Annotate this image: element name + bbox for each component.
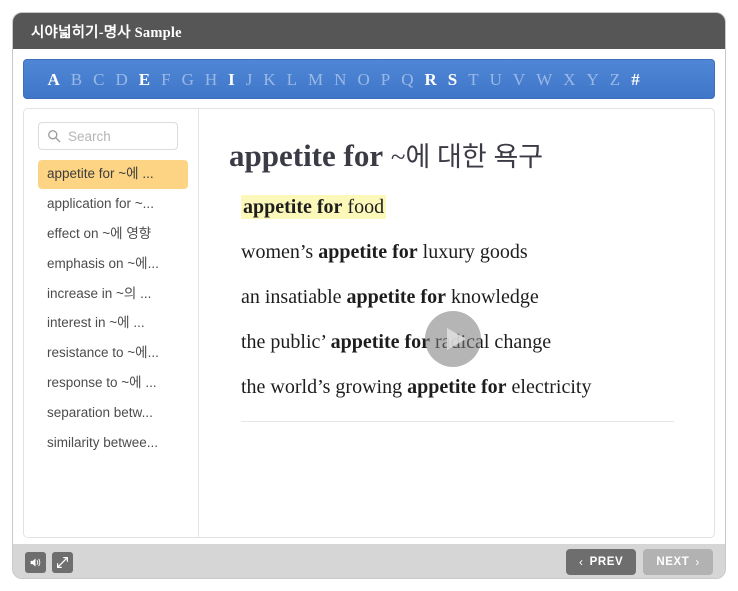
alphabet-index-bar: A B C D E F G H I J K L M N O P Q R S T U V W X Y Z # — [23, 59, 715, 99]
chevron-right-icon: › — [695, 555, 700, 569]
alphabet-letter-z[interactable]: Z — [604, 71, 625, 88]
nav-buttons: ‹ PREV NEXT › — [565, 549, 713, 575]
example-plain: luxury goods — [417, 241, 528, 263]
example-keyword: appetite for — [330, 331, 431, 353]
list-item[interactable]: increase in ~의 ... — [38, 280, 188, 309]
example-plain: electricity — [506, 376, 592, 398]
example-keyword: appetite for — [318, 241, 418, 263]
search-box[interactable] — [38, 122, 178, 150]
alphabet-letter-v[interactable]: V — [507, 71, 530, 88]
example-keyword: appetite for — [346, 286, 446, 308]
search-input[interactable] — [68, 128, 169, 144]
title-bar: 시야넓히기-명사 Sample — [13, 13, 725, 49]
volume-icon — [30, 557, 41, 567]
example-text: the public’ appetite for radical change — [241, 331, 551, 353]
list-item[interactable]: application for ~... — [38, 190, 188, 219]
page-title: 시야넓히기-명사 Sample — [31, 24, 182, 41]
headline-english: appetite for — [229, 138, 384, 173]
alphabet-letter-h[interactable]: H — [199, 71, 222, 88]
sidebar: appetite for ~에 ...application for ~...e… — [24, 109, 199, 537]
fullscreen-button[interactable] — [52, 551, 73, 573]
headline-korean: ~에 대한 욕구 — [390, 142, 544, 172]
expand-icon — [57, 556, 68, 568]
app-frame: 시야넓히기-명사 Sample ABCDEFGHIJKLMNOPQRSTUVWX… — [12, 12, 726, 579]
alphabet-letter-hash[interactable]: # — [626, 71, 646, 88]
main-panel: appetite for ~에 대한 욕구 appetite for food w… — [199, 109, 714, 537]
list-item[interactable]: emphasis on ~에... — [38, 250, 188, 279]
alphabet-letter-g[interactable]: G — [176, 71, 199, 88]
example-text: appetite for food — [241, 195, 387, 219]
alphabet-letter-b[interactable]: B — [65, 71, 87, 88]
headline: appetite for ~에 대한 욕구 — [229, 135, 688, 174]
list-item[interactable]: resistance to ~에... — [38, 339, 188, 368]
search-icon — [48, 130, 61, 143]
alphabet-letter-w[interactable]: W — [531, 71, 558, 88]
content-region: appetite for ~에 ...application for ~...e… — [23, 108, 715, 538]
alphabet-letter-q[interactable]: Q — [396, 71, 419, 88]
alphabet-letter-f[interactable]: F — [156, 71, 176, 88]
next-button[interactable]: NEXT › — [643, 549, 713, 575]
example-plain: food — [342, 196, 385, 218]
example-divider — [241, 421, 674, 422]
alphabet-letter-i[interactable]: I — [223, 71, 241, 88]
example-plain: the world’s growing — [241, 376, 408, 398]
alphabet-letter-t[interactable]: T — [463, 71, 484, 88]
volume-button[interactable] — [25, 551, 46, 573]
example-text: the world’s growing appetite for electri… — [241, 376, 591, 398]
entry-list: appetite for ~에 ... application for ~... e… — [38, 160, 198, 458]
alphabet-letter-j[interactable]: J — [240, 71, 258, 88]
example-text: women’s appetite for luxury goods — [241, 241, 528, 263]
alphabet-letter-o[interactable]: O — [352, 71, 375, 88]
example-plain: an insatiable — [241, 286, 347, 308]
alphabet-letter-e[interactable]: E — [133, 71, 155, 88]
example-keyword: appetite for — [407, 376, 507, 398]
app-body: ABCDEFGHIJKLMNOPQRSTUVWXYZ# appetite for… — [13, 49, 725, 544]
alphabet-letter-r[interactable]: R — [419, 71, 442, 88]
prev-button[interactable]: ‹ PREV — [565, 549, 637, 575]
alphabet-letter-a[interactable]: A — [42, 71, 65, 88]
example-text: an insatiable appetite for knowledge — [241, 286, 539, 308]
example-list: appetite for food women’s appetite for lu… — [229, 195, 688, 399]
alphabet-letter-y[interactable]: Y — [581, 71, 604, 88]
alphabet-letter-k[interactable]: K — [258, 71, 281, 88]
alphabet-letter-p[interactable]: P — [375, 71, 395, 88]
alphabet-letter-c[interactable]: C — [88, 71, 110, 88]
next-button-label: NEXT — [656, 556, 690, 568]
example-plain: knowledge — [445, 286, 539, 308]
play-button[interactable] — [425, 311, 481, 367]
alphabet-letter-d[interactable]: D — [110, 71, 133, 88]
list-item[interactable]: separation betw... — [38, 399, 188, 428]
example-sentence: appetite for food — [241, 195, 688, 219]
chevron-left-icon: ‹ — [578, 555, 584, 569]
alphabet-letter-m[interactable]: M — [303, 71, 329, 88]
example-keyword: appetite for — [243, 196, 343, 218]
alphabet-letter-u[interactable]: U — [484, 71, 507, 88]
bottom-bar: ‹ PREV NEXT › — [13, 544, 725, 578]
alphabet-letter-n[interactable]: N — [329, 71, 352, 88]
list-item[interactable]: appetite for ~에 ... — [38, 160, 188, 189]
example-sentence: an insatiable appetite for knowledge — [241, 286, 688, 309]
example-plain: the public’ — [241, 331, 331, 353]
example-sentence: the world’s growing appetite for electri… — [241, 376, 688, 399]
alphabet-letter-l[interactable]: L — [281, 71, 302, 88]
list-item[interactable]: interest in ~에 ... — [38, 309, 188, 338]
alphabet-letter-s[interactable]: S — [442, 71, 462, 88]
alphabet-letter-x[interactable]: X — [558, 71, 581, 88]
example-plain: women’s — [241, 241, 319, 263]
example-sentence: women’s appetite for luxury goods — [241, 241, 688, 264]
list-item[interactable]: similarity betwee... — [38, 429, 188, 458]
list-item[interactable]: response to ~에 ... — [38, 369, 188, 398]
list-item[interactable]: effect on ~에 영향 — [38, 220, 188, 249]
prev-button-label: PREV — [589, 556, 624, 568]
play-icon — [446, 328, 466, 350]
